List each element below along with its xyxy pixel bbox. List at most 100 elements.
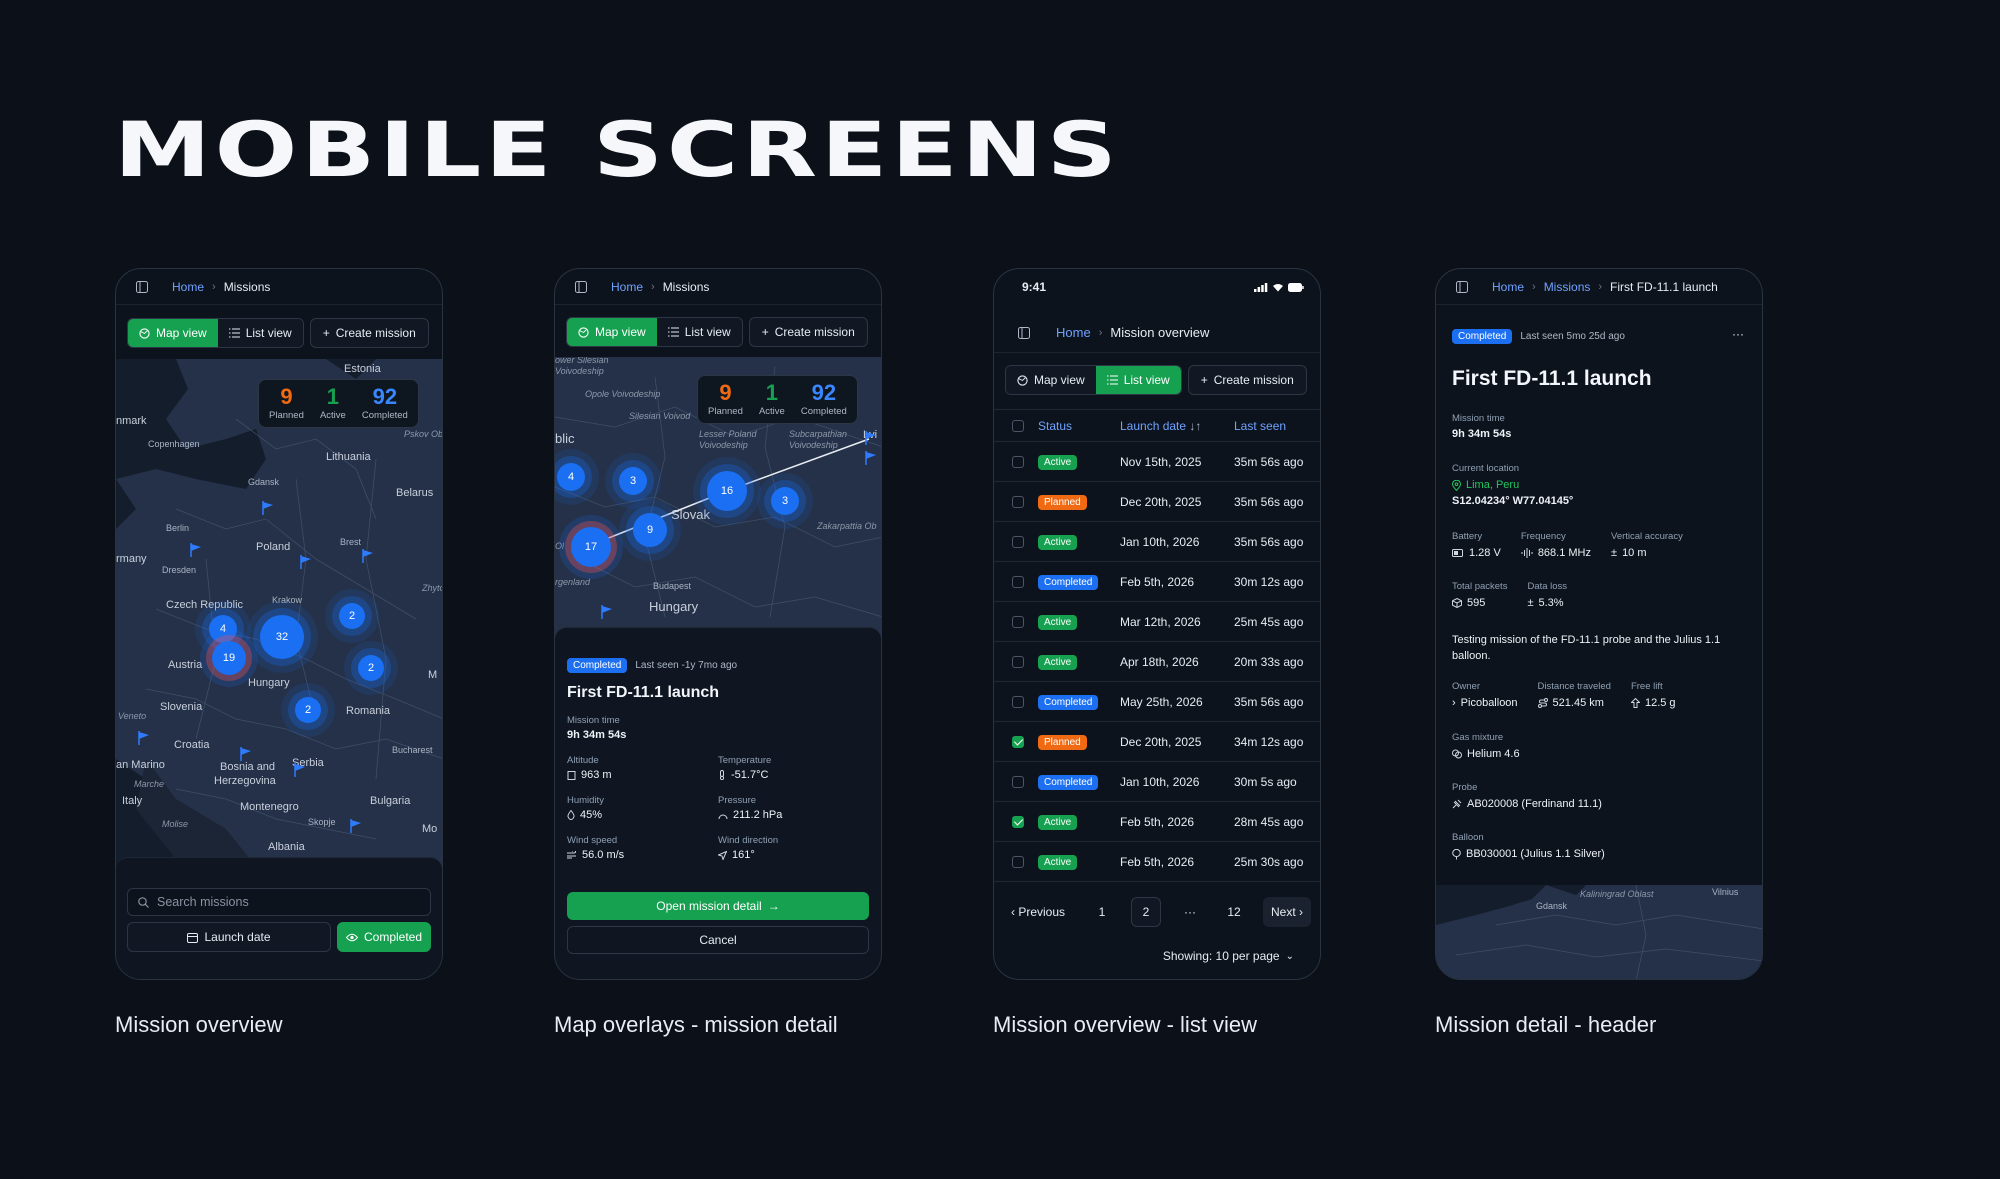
thermometer-icon [718,770,726,780]
previous-page-button[interactable]: ‹ Previous [1003,897,1073,927]
map-cluster[interactable]: 4 [209,615,237,643]
table-row[interactable]: Planned Dec 20th, 2025 34m 12s ago [994,721,1320,762]
flag-icon[interactable] [601,605,613,619]
list-view-button[interactable]: List view [1095,366,1181,394]
breadcrumb-home[interactable]: Home [611,280,643,294]
sidebar-toggle-icon[interactable] [136,280,148,293]
stat-active-count: 1 [326,384,339,409]
next-page-button[interactable]: Next › [1263,897,1312,927]
map-view-button[interactable]: Map view [1006,366,1096,394]
row-checkbox[interactable] [1012,856,1024,869]
row-select-cell [994,521,1038,562]
launch-date-button[interactable]: Launch date [127,922,331,952]
flag-icon[interactable] [138,731,150,745]
list-view-label: List view [245,326,292,340]
map-cluster[interactable]: 4 [557,463,585,491]
flag-icon[interactable] [262,501,274,515]
last-seen-cell: 25m 45s ago [1234,601,1320,642]
more-options-icon[interactable]: ··· [1732,327,1744,341]
page-2-button[interactable]: 2 [1131,897,1161,927]
breadcrumb-home[interactable]: Home [1492,280,1524,294]
table-row[interactable]: Active Apr 18th, 2026 20m 33s ago [994,641,1320,682]
table-row[interactable]: Completed Feb 5th, 2026 30m 12s ago [994,561,1320,602]
breadcrumb-missions[interactable]: Missions [1544,280,1591,294]
map-cluster[interactable]: 3 [771,487,799,515]
map-cluster[interactable]: 17 [571,527,611,567]
per-page-select[interactable]: Showing: 10 per page ⌄ [1163,949,1294,963]
create-mission-button[interactable]: + Create mission [748,317,868,347]
table-row[interactable]: Active Feb 5th, 2026 28m 45s ago [994,801,1320,842]
map-cluster[interactable]: 2 [339,603,365,629]
map-cluster[interactable]: 2 [358,655,384,681]
telemetry-wind-speed: Wind speed 56.0 m/s [567,835,718,861]
flag-icon[interactable] [190,543,202,557]
row-checkbox[interactable] [1012,496,1024,509]
globe-icon [1017,374,1028,386]
location-value[interactable]: Lima, Peru [1452,479,1573,491]
list-view-button[interactable]: List view [217,319,303,347]
sidebar-toggle-icon[interactable] [575,280,587,293]
launch-date-cell: Jan 10th, 2026 [1120,761,1234,802]
stat-planned: 9 Planned [269,386,304,422]
row-checkbox[interactable] [1012,776,1024,789]
flag-icon[interactable] [362,549,374,563]
flag-icon[interactable] [350,819,362,833]
map-cluster[interactable]: 16 [707,471,747,511]
table-row[interactable]: Active Nov 15th, 2025 35m 56s ago [994,441,1320,482]
map-label: Poland [256,541,291,553]
stat-completed-count: 92 [372,384,398,409]
flag-icon[interactable] [300,555,312,569]
sidebar-toggle-icon[interactable] [1018,326,1030,339]
search-input[interactable]: Search missions [127,888,431,916]
flag-icon[interactable] [865,431,877,445]
flag-icon[interactable] [865,451,877,465]
row-checkbox[interactable] [1012,696,1024,709]
top-bar: Home › Missions › First FD-11.1 launch [1436,269,1762,305]
table-row[interactable]: Active Mar 12th, 2026 25m 45s ago [994,601,1320,642]
row-checkbox[interactable] [1012,576,1024,589]
row-checkbox[interactable] [1012,616,1024,629]
completed-filter-button[interactable]: Completed [337,922,431,952]
column-last-seen[interactable]: Last seen [1234,409,1320,442]
list-view-button[interactable]: List view [656,318,742,346]
row-checkbox[interactable] [1012,536,1024,549]
map-view-button[interactable]: Map view [567,318,657,346]
create-mission-button[interactable]: + Create mission [309,318,429,348]
field-label: Total packets [1452,581,1508,592]
table-row[interactable]: Completed Jan 10th, 2026 30m 5s ago [994,761,1320,802]
page-1-button[interactable]: 1 [1087,897,1117,927]
caption-list-view: Mission overview - list view [993,1012,1258,1037]
flag-icon[interactable] [240,747,252,761]
sidebar-toggle-icon[interactable] [1456,280,1468,293]
mission-mini-map[interactable]: Kaliningrad Oblast Vilnius Gdansk [1436,885,1762,979]
row-checkbox[interactable] [1012,816,1024,829]
table-row[interactable]: Planned Dec 20th, 2025 35m 56s ago [994,481,1320,522]
row-checkbox[interactable] [1012,736,1024,749]
column-status[interactable]: Status [1038,409,1120,442]
map-view-button[interactable]: Map view [128,319,218,347]
table-header-row: Status Launch date ↓↑ Last seen [994,409,1320,442]
page-12-button[interactable]: 12 [1219,897,1249,927]
table-row[interactable]: Completed May 25th, 2026 35m 56s ago [994,681,1320,722]
breadcrumb-home[interactable]: Home [172,280,204,294]
row-checkbox[interactable] [1012,656,1024,669]
status-cell: Active [1038,441,1120,482]
breadcrumb-home[interactable]: Home [1056,325,1091,340]
open-mission-detail-button[interactable]: Open mission detail → [567,892,869,920]
map-cluster[interactable]: 19 [212,641,246,675]
flag-icon[interactable] [294,763,306,777]
create-mission-button[interactable]: + Create mission [1187,365,1307,395]
map-cluster[interactable]: 9 [633,513,667,547]
field-value: -51.7°C [731,769,769,781]
column-launch-date[interactable]: Launch date ↓↑ [1120,409,1234,442]
map-cluster[interactable]: 3 [619,467,647,495]
table-row[interactable]: Active Jan 10th, 2026 35m 56s ago [994,521,1320,562]
launch-date-cell: Feb 5th, 2026 [1120,561,1234,602]
table-row[interactable]: Active Feb 5th, 2026 25m 30s ago [994,841,1320,882]
row-checkbox[interactable] [1012,456,1024,469]
cancel-button[interactable]: Cancel [567,926,869,954]
map-cluster[interactable]: 2 [295,697,321,723]
select-all-checkbox[interactable] [1012,420,1024,433]
status-badge: Completed [1452,329,1513,344]
map-cluster[interactable]: 32 [260,615,304,659]
